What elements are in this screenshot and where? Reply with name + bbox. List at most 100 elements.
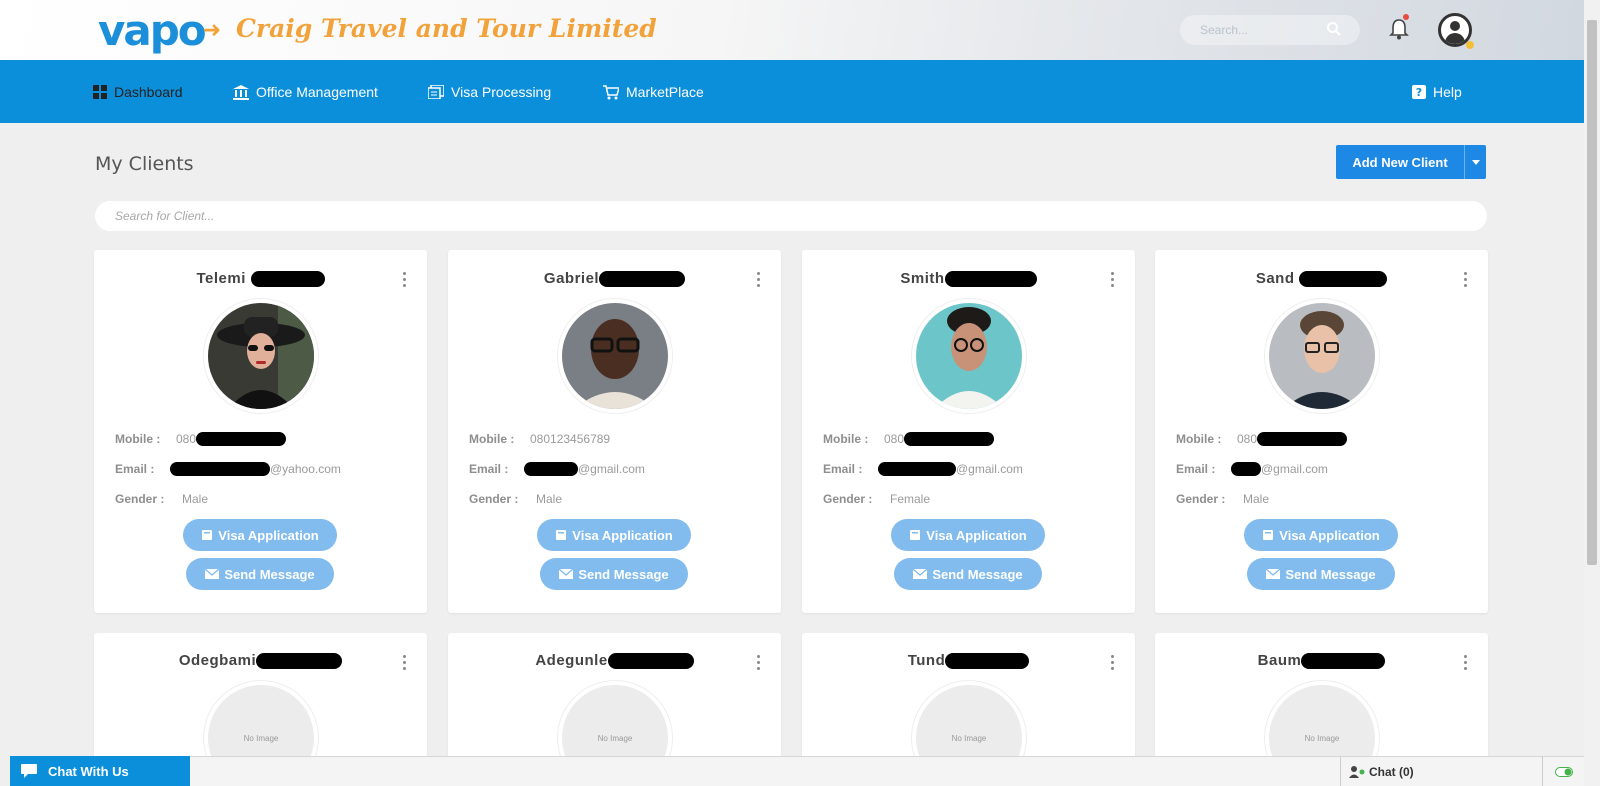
mobile-value: 080 xyxy=(176,432,287,446)
nav-help[interactable]: ? Help xyxy=(1412,82,1462,102)
add-new-client-label[interactable]: Add New Client xyxy=(1336,145,1464,179)
gender-row: Gender : Male xyxy=(469,492,563,506)
gender-row: Gender : Male xyxy=(115,492,209,506)
more-options-icon[interactable] xyxy=(1111,272,1115,288)
redacted-text xyxy=(250,271,325,288)
client-photo xyxy=(558,299,672,413)
visa-application-button[interactable]: Visa Application xyxy=(183,519,337,551)
client-search-input[interactable]: Search for Client... xyxy=(95,201,1487,231)
send-message-button[interactable]: Send Message xyxy=(186,558,334,590)
chat-label: Chat xyxy=(1369,764,1396,779)
chat-with-us-widget[interactable]: Chat With Us xyxy=(10,756,190,786)
nav-marketplace[interactable]: MarketPlace xyxy=(603,82,704,102)
envelope-icon xyxy=(205,569,220,579)
redacted-text xyxy=(1299,271,1388,288)
gender-value: Female xyxy=(890,492,931,506)
nav-dashboard-label: Dashboard xyxy=(114,84,183,100)
chat-bubble-icon xyxy=(10,763,48,779)
visa-application-button[interactable]: Visa Application xyxy=(1244,519,1398,551)
redacted-text xyxy=(1231,462,1261,476)
chat-with-us-label: Chat With Us xyxy=(48,763,129,779)
book-icon xyxy=(910,530,921,540)
book-icon xyxy=(556,530,567,540)
more-options-icon[interactable] xyxy=(1464,655,1468,671)
chat-toggle[interactable] xyxy=(1542,756,1584,786)
gender-row: Gender : Male xyxy=(1176,492,1270,506)
chat-count-button[interactable]: Chat (0) xyxy=(1340,756,1542,786)
main-nav: Dashboard Office Management Visa Process… xyxy=(0,60,1584,123)
client-name: Baum xyxy=(1155,652,1488,670)
email-row: Email : @gmail.com xyxy=(1176,462,1328,476)
client-photo xyxy=(912,299,1026,413)
vapo-logo[interactable]: vapo➜ xyxy=(98,8,221,62)
mobile-row: Mobile :080123456789 xyxy=(469,432,611,446)
arrow-icon: ➜ xyxy=(202,18,221,43)
redacted-text xyxy=(170,462,270,476)
more-options-icon[interactable] xyxy=(1464,272,1468,288)
scrollbar-thumb[interactable] xyxy=(1587,20,1597,565)
client-photo xyxy=(204,299,318,413)
nav-visa-processing-label: Visa Processing xyxy=(451,84,552,100)
envelope-icon xyxy=(913,569,928,579)
dashboard-icon xyxy=(93,85,107,99)
toggle-switch-icon xyxy=(1554,766,1573,777)
add-new-client-button[interactable]: Add New Client xyxy=(1336,145,1486,179)
help-icon: ? xyxy=(1412,85,1426,99)
redacted-text xyxy=(524,462,578,476)
notification-dot xyxy=(1403,14,1409,20)
client-photo xyxy=(1265,299,1379,413)
documents-icon xyxy=(428,85,444,99)
book-icon xyxy=(1263,530,1274,540)
client-search-placeholder: Search for Client... xyxy=(115,209,215,223)
more-options-icon[interactable] xyxy=(403,655,407,671)
mobile-row: Mobile :080 xyxy=(115,432,287,446)
mobile-row: Mobile :080 xyxy=(823,432,995,446)
cart-icon xyxy=(603,84,619,99)
redacted-text xyxy=(1301,653,1386,670)
email-row: Email : @yahoo.com xyxy=(115,462,341,476)
more-options-icon[interactable] xyxy=(757,655,761,671)
gender-value: Male xyxy=(1243,492,1270,506)
client-name: Telemi xyxy=(94,270,427,288)
visa-application-button[interactable]: Visa Application xyxy=(537,519,691,551)
page-title: My Clients xyxy=(95,153,194,175)
send-message-button[interactable]: Send Message xyxy=(894,558,1042,590)
mobile-value: 080 xyxy=(1237,432,1348,446)
more-options-icon[interactable] xyxy=(757,272,761,288)
send-message-button[interactable]: Send Message xyxy=(540,558,688,590)
nav-visa-processing[interactable]: Visa Processing xyxy=(428,82,551,102)
chevron-down-icon[interactable] xyxy=(1464,145,1486,179)
notification-bell-icon[interactable] xyxy=(1388,17,1410,41)
client-card: Telemi Mobile :080 Email : @yahoo.com Gen… xyxy=(94,250,427,613)
client-name: Smith xyxy=(802,270,1135,288)
gender-value: Male xyxy=(536,492,563,506)
nav-office-management-label: Office Management xyxy=(256,84,378,100)
header-search-input[interactable]: Search... xyxy=(1180,15,1360,45)
client-name: Odegbami xyxy=(94,652,427,670)
more-options-icon[interactable] xyxy=(403,272,407,288)
redacted-text xyxy=(945,653,1030,670)
redacted-text xyxy=(196,432,287,446)
visa-application-button[interactable]: Visa Application xyxy=(891,519,1045,551)
client-name: Adegunle xyxy=(448,652,781,670)
redacted-text xyxy=(599,271,686,288)
email-row: Email : @gmail.com xyxy=(469,462,645,476)
redacted-text xyxy=(607,653,694,670)
more-options-icon[interactable] xyxy=(1111,655,1115,671)
search-icon[interactable] xyxy=(1326,21,1342,37)
email-value: @gmail.com xyxy=(1231,462,1328,476)
nav-dashboard[interactable]: Dashboard xyxy=(93,82,183,102)
nav-marketplace-label: MarketPlace xyxy=(626,84,704,100)
envelope-icon xyxy=(1266,569,1281,579)
redacted-text xyxy=(904,432,995,446)
redacted-text xyxy=(944,271,1037,288)
top-header: vapo➜ Craig Travel and Tour Limited Sear… xyxy=(0,0,1584,60)
email-value: @gmail.com xyxy=(524,462,645,476)
redacted-text xyxy=(256,653,343,670)
redacted-text xyxy=(1257,432,1348,446)
mobile-value: 080 xyxy=(884,432,995,446)
header-search-placeholder: Search... xyxy=(1200,23,1249,37)
book-icon xyxy=(202,530,213,540)
send-message-button[interactable]: Send Message xyxy=(1247,558,1395,590)
nav-office-management[interactable]: Office Management xyxy=(233,82,378,102)
